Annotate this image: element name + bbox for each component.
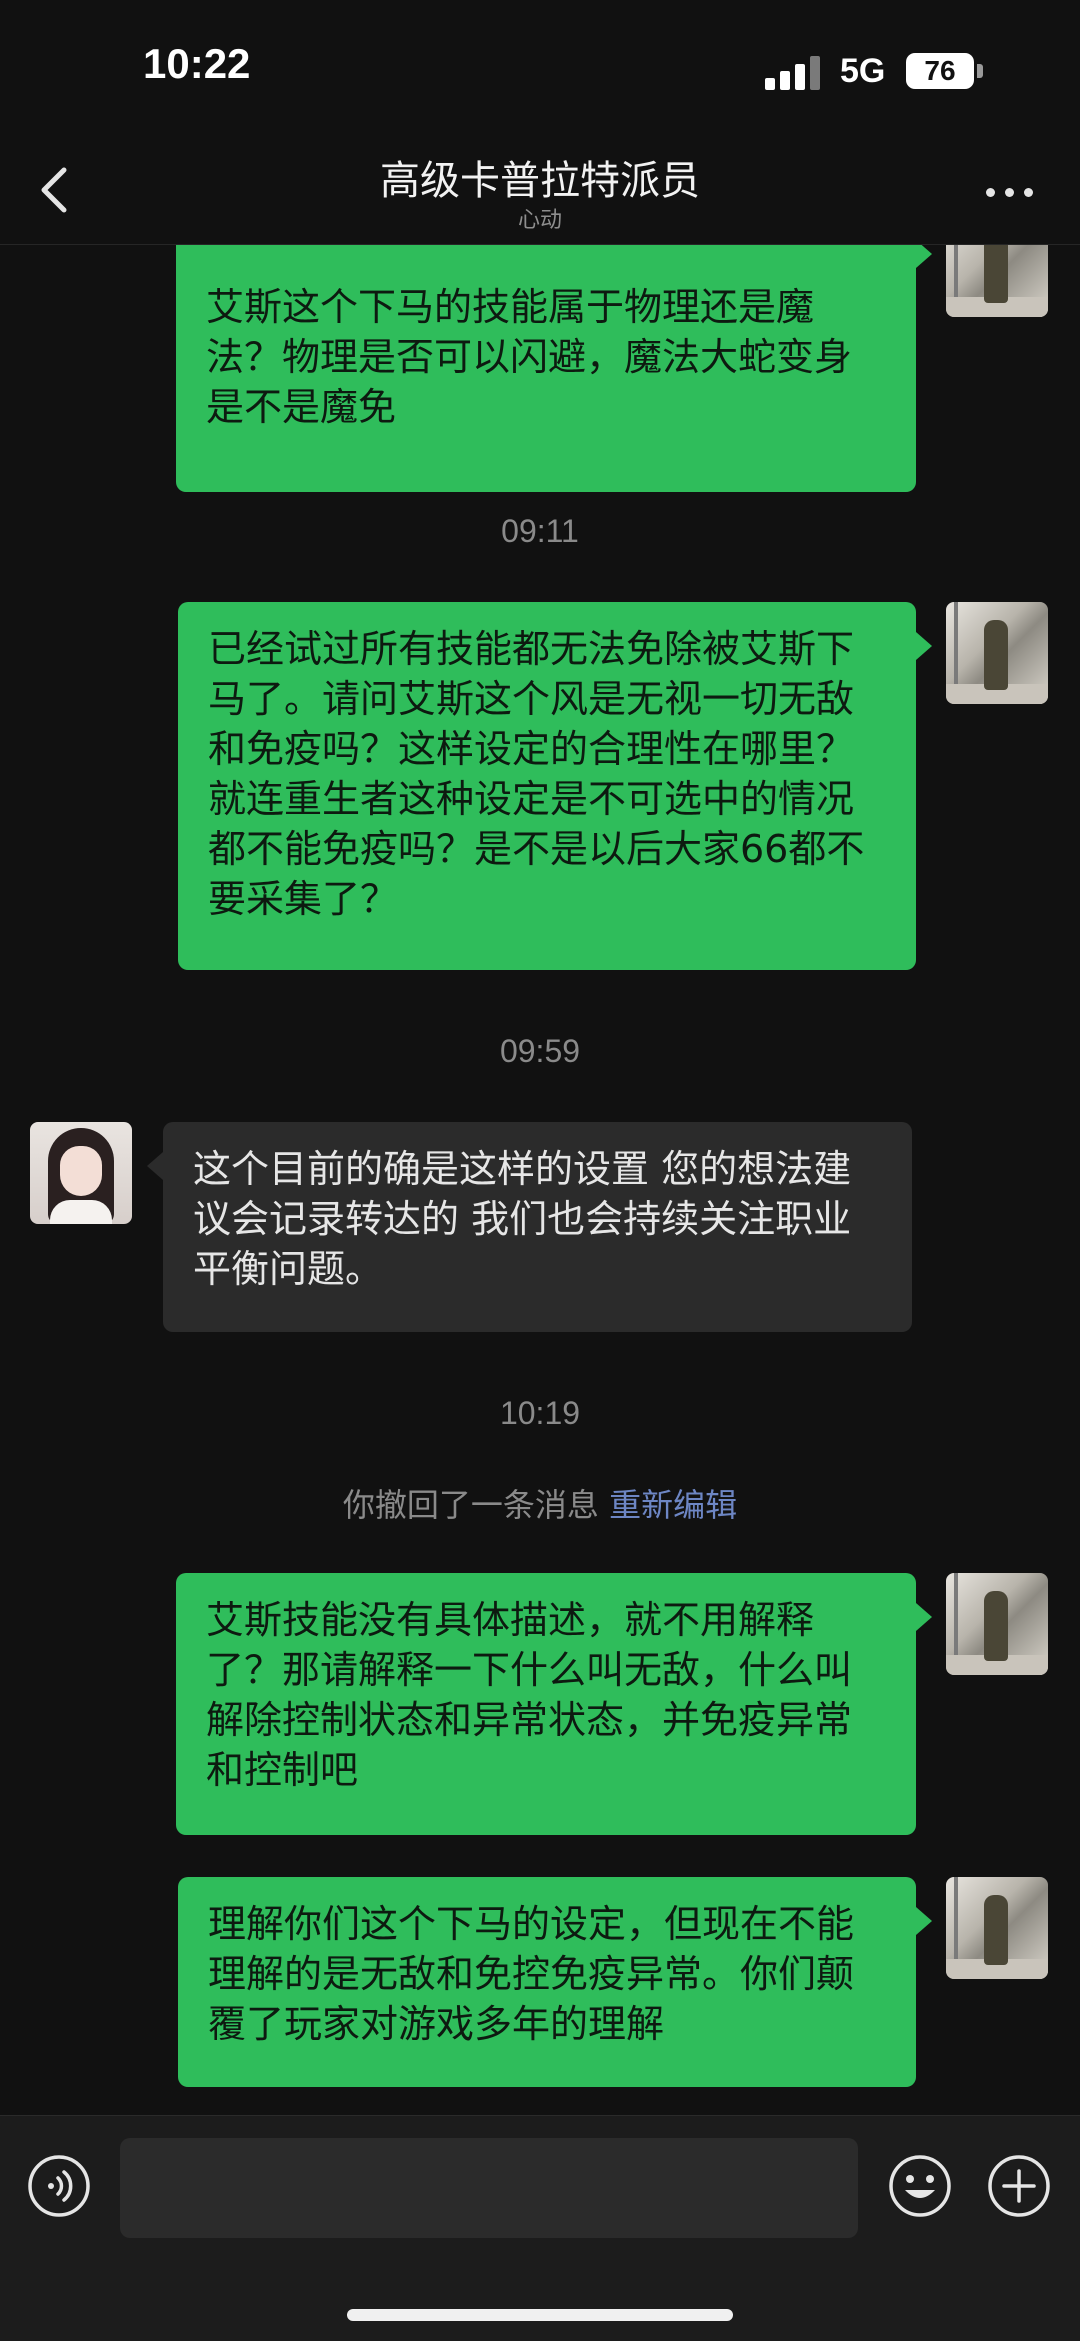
voice-icon <box>28 2155 90 2217</box>
message-bubble-outgoing[interactable]: 艾斯技能没有具体描述，就不用解释了？那请解释一下什么叫无敌，什么叫解除控制状态和… <box>176 1573 932 1835</box>
recall-notice: 你撤回了一条消息 重新编辑 <box>0 1480 1080 1526</box>
battery-icon: 76 <box>906 53 974 89</box>
emoji-icon <box>889 2155 951 2217</box>
emoji-button[interactable] <box>888 2154 952 2218</box>
self-avatar[interactable] <box>946 1573 1048 1675</box>
network-type: 5G <box>840 52 886 90</box>
chat-screen: 10:22 5G 76 高级卡普拉特派员 心动 艾斯这个下马的技能属于物理还是魔… <box>0 0 1080 2341</box>
message-text: 理解你们这个下马的设定，但现在不能理解的是无敌和免控免疫异常。你们颠覆了玩家对游… <box>208 1902 855 2046</box>
self-avatar[interactable] <box>946 602 1048 704</box>
reedit-link[interactable]: 重新编辑 <box>609 1486 737 1524</box>
message-bubble-outgoing[interactable]: 理解你们这个下马的设定，但现在不能理解的是无敌和免控免疫异常。你们颠覆了玩家对游… <box>178 1877 932 2087</box>
battery-level: 76 <box>924 55 956 86</box>
plus-button[interactable] <box>987 2154 1051 2218</box>
status-time: 10:22 <box>143 40 251 87</box>
timestamp: 09:11 <box>501 513 579 549</box>
message-text: 艾斯这个下马的技能属于物理还是魔法？物理是否可以闪避，魔法大蛇变身是不是魔免 <box>206 285 853 429</box>
message-list[interactable]: 艾斯这个下马的技能属于物理还是魔法？物理是否可以闪避，魔法大蛇变身是不是魔免 0… <box>0 245 1080 2115</box>
message-bubble-incoming[interactable]: 这个目前的确是这样的设置 您的想法建议会记录转达的 我们也会持续关注职业平衡问题… <box>147 1122 912 1332</box>
recall-text: 你撤回了一条消息 <box>342 1486 599 1524</box>
input-bar <box>0 2115 1080 2341</box>
message-text: 这个目前的确是这样的设置 您的想法建议会记录转达的 我们也会持续关注职业平衡问题… <box>193 1147 852 1291</box>
more-icon <box>986 188 995 197</box>
home-indicator[interactable] <box>347 2309 733 2321</box>
message-text: 艾斯技能没有具体描述，就不用解释了？那请解释一下什么叫无敌，什么叫解除控制状态和… <box>206 1598 853 1792</box>
chat-subtitle: 心动 <box>517 208 562 233</box>
message-text: 已经试过所有技能都无法免除被艾斯下马了。请问艾斯这个风是无视一切无敌和免疫吗？这… <box>208 627 865 921</box>
plus-icon <box>988 2155 1050 2217</box>
voice-button[interactable] <box>27 2154 91 2218</box>
self-avatar[interactable] <box>946 1877 1048 1979</box>
more-button[interactable] <box>980 180 1040 204</box>
message-input[interactable] <box>120 2138 858 2238</box>
timestamp: 10:19 <box>499 1395 581 1431</box>
agent-avatar[interactable] <box>30 1122 132 1224</box>
self-avatar[interactable] <box>946 245 1048 317</box>
chat-header: 高级卡普拉特派员 心动 <box>0 130 1080 245</box>
battery-tip <box>977 64 983 78</box>
message-bubble-outgoing[interactable]: 艾斯这个下马的技能属于物理还是魔法？物理是否可以闪避，魔法大蛇变身是不是魔免 <box>176 245 932 492</box>
message-bubble-outgoing[interactable]: 已经试过所有技能都无法免除被艾斯下马了。请问艾斯这个风是无视一切无敌和免疫吗？这… <box>178 602 932 970</box>
signal-icon <box>765 56 821 90</box>
chat-title: 高级卡普拉特派员 <box>380 158 700 204</box>
timestamp: 09:59 <box>499 1033 581 1069</box>
